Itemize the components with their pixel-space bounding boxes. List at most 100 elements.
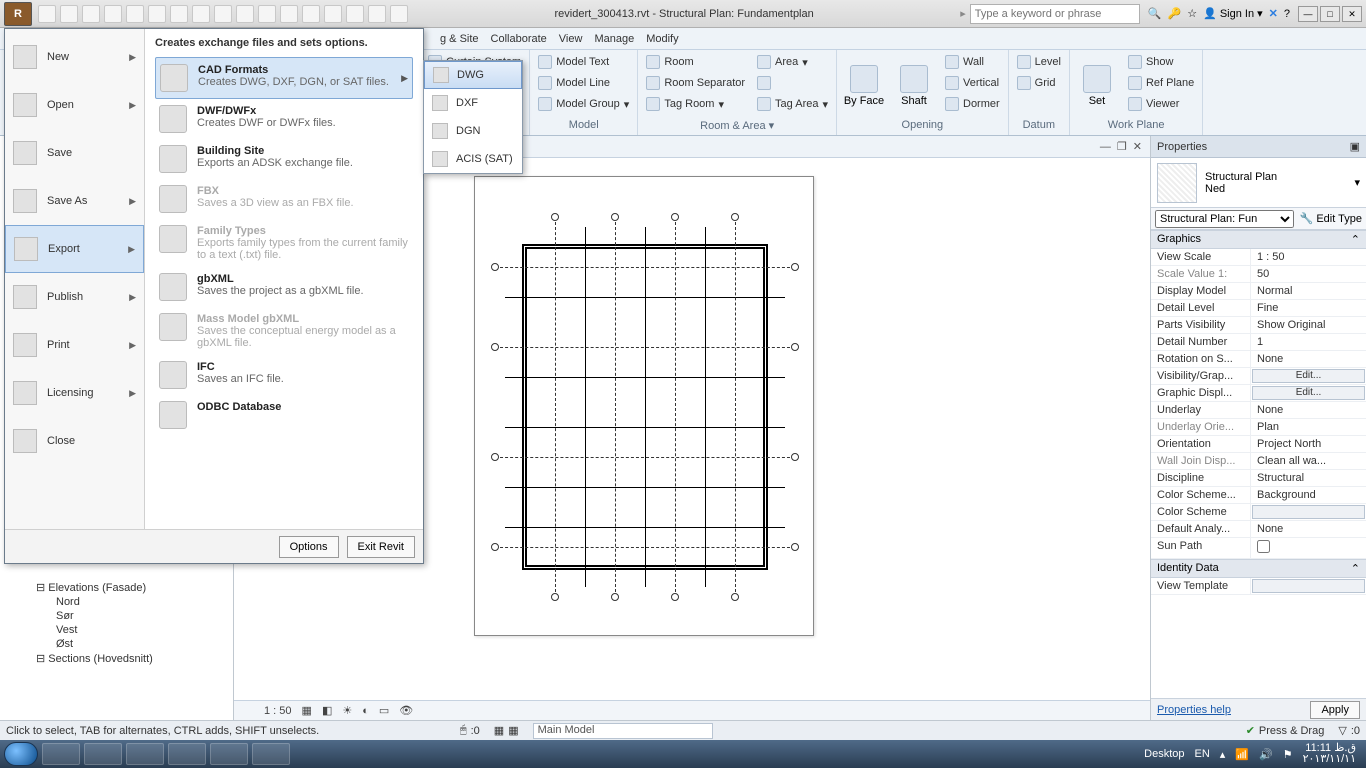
grid-button[interactable]: Grid	[1015, 73, 1063, 93]
properties-grid[interactable]: Graphics⌃ View Scale1 : 50Scale Value 1:…	[1151, 230, 1366, 698]
checkbox[interactable]	[1257, 540, 1270, 553]
property-row[interactable]: DisciplineStructural	[1151, 470, 1366, 487]
shaft-button[interactable]: Shaft	[893, 52, 935, 119]
view-restore-icon[interactable]: ❐	[1117, 140, 1127, 153]
crop-icon[interactable]: ▭	[379, 704, 389, 717]
property-row[interactable]: Rotation on S...None	[1151, 351, 1366, 368]
search-chevron-icon[interactable]: ▸	[960, 7, 966, 20]
filter-icon[interactable]: ▽ :0	[1338, 724, 1360, 737]
app-menu-close[interactable]: Close	[5, 417, 144, 465]
flyout-dwg[interactable]: DWG	[424, 61, 522, 89]
qat-save-icon[interactable]	[38, 5, 56, 23]
sun-path-icon[interactable]: ☀	[342, 704, 352, 717]
exit-revit-button[interactable]: Exit Revit	[347, 536, 415, 558]
ribbon-tab[interactable]: Collaborate	[491, 33, 547, 45]
palette-close-icon[interactable]: ▣	[1350, 140, 1360, 153]
app-menu-licensing[interactable]: Licensing▶	[5, 369, 144, 417]
app-menu-save[interactable]: Save	[5, 129, 144, 177]
property-row[interactable]: OrientationProject North	[1151, 436, 1366, 453]
flyout-acis-sat-[interactable]: ACIS (SAT)	[424, 145, 522, 173]
keys-icon[interactable]: 🔑	[1167, 7, 1181, 20]
shadows-icon[interactable]: ◐	[362, 705, 369, 717]
qat-icon[interactable]	[192, 5, 210, 23]
property-row[interactable]: Color Scheme	[1151, 504, 1366, 521]
property-row[interactable]: Visibility/Grap...Edit...	[1151, 368, 1366, 385]
active-workset[interactable]: Main Model	[533, 723, 713, 739]
ribbon-tab[interactable]: Modify	[646, 33, 678, 45]
qat-redo-icon[interactable]	[104, 5, 122, 23]
show-desktop-button[interactable]: Desktop	[1144, 748, 1184, 760]
model-line-button[interactable]: Model Line	[536, 73, 631, 93]
property-row[interactable]: Parts VisibilityShow Original	[1151, 317, 1366, 334]
room-button[interactable]: Room	[644, 52, 747, 72]
language-indicator[interactable]: EN	[1195, 748, 1210, 760]
ref-plane-button[interactable]: Ref Plane	[1126, 73, 1196, 93]
minimize-button[interactable]: —	[1298, 6, 1318, 22]
level-button[interactable]: Level	[1015, 52, 1063, 72]
star-icon[interactable]: ☆	[1187, 7, 1197, 20]
worksets-icon[interactable]: ▦	[508, 724, 518, 737]
tree-node-elevations[interactable]: ⊟ Elevations (Fasade)	[8, 580, 225, 595]
export-odbc-database[interactable]: ODBC Database	[155, 395, 413, 435]
qat-icon[interactable]	[170, 5, 188, 23]
app-menu-save-as[interactable]: Save As▶	[5, 177, 144, 225]
edit-type-button[interactable]: 🔧 Edit Type	[1300, 212, 1362, 225]
detail-level-icon[interactable]: ▦	[302, 704, 312, 717]
qat-undo-icon[interactable]	[82, 5, 100, 23]
close-button[interactable]: ✕	[1342, 6, 1362, 22]
visual-style-icon[interactable]: ◧	[322, 704, 332, 717]
qat-icon[interactable]	[302, 5, 320, 23]
tree-node[interactable]: Sør	[8, 609, 225, 623]
qat-icon[interactable]	[258, 5, 276, 23]
app-menu-publish[interactable]: Publish▶	[5, 273, 144, 321]
section-graphics[interactable]: Graphics⌃	[1151, 230, 1366, 249]
qat-icon[interactable]	[324, 5, 342, 23]
ribbon-tab[interactable]: Manage	[594, 33, 634, 45]
property-row[interactable]: Underlay Orie...Plan	[1151, 419, 1366, 436]
taskbar-explorer-icon[interactable]	[42, 743, 80, 765]
tag-area-button[interactable]: Tag Area ▾	[755, 94, 830, 114]
set-workplane-button[interactable]: Set	[1076, 52, 1118, 119]
flyout-dgn[interactable]: DGN	[424, 117, 522, 145]
type-selector[interactable]: Structural Plan Ned ▾	[1151, 158, 1366, 208]
property-row[interactable]: Color Scheme...Background	[1151, 487, 1366, 504]
property-row[interactable]: View Scale1 : 50	[1151, 249, 1366, 266]
view-scale[interactable]: 1 : 50	[264, 705, 292, 717]
taskbar-word-icon[interactable]	[252, 743, 290, 765]
qat-icon[interactable]	[390, 5, 408, 23]
qat-icon[interactable]	[280, 5, 298, 23]
tray-icon[interactable]: ▴	[1220, 748, 1226, 761]
qat-icon[interactable]	[368, 5, 386, 23]
app-menu-open[interactable]: Open▶	[5, 81, 144, 129]
system-clock[interactable]: 11:11 ق.ظ ٢٠١٣/١١/١١	[1303, 743, 1356, 765]
model-text-button[interactable]: Model Text	[536, 52, 631, 72]
taskbar-yahoo-icon[interactable]	[168, 743, 206, 765]
start-button[interactable]	[4, 742, 38, 766]
apply-button[interactable]: Apply	[1310, 701, 1360, 719]
tag-room-button[interactable]: Tag Room ▾	[644, 94, 747, 114]
tree-node[interactable]: Øst	[8, 637, 225, 651]
property-row[interactable]: Sun Path	[1151, 538, 1366, 559]
model-group-button[interactable]: Model Group ▾	[536, 94, 631, 114]
by-face-button[interactable]: By Face	[843, 52, 885, 119]
options-button[interactable]: Options	[279, 536, 339, 558]
property-row[interactable]: Detail Number1	[1151, 334, 1366, 351]
qat-icon[interactable]	[236, 5, 254, 23]
tree-node[interactable]: Vest	[8, 623, 225, 637]
network-icon[interactable]: 📶	[1235, 748, 1249, 761]
wall-opening-button[interactable]: Wall	[943, 52, 1002, 72]
show-wp-button[interactable]: Show	[1126, 52, 1196, 72]
volume-icon[interactable]: 🔊	[1259, 748, 1273, 761]
application-button[interactable]: R	[4, 2, 32, 26]
action-center-icon[interactable]: ⚑	[1283, 748, 1293, 761]
app-menu-new[interactable]: New▶	[5, 33, 144, 81]
area-boundary-button[interactable]	[755, 73, 830, 93]
property-row[interactable]: Detail LevelFine	[1151, 300, 1366, 317]
taskbar-revit-icon[interactable]	[210, 743, 248, 765]
export-cad-formats[interactable]: CAD FormatsCreates DWG, DXF, DGN, or SAT…	[155, 57, 413, 99]
property-row[interactable]: UnderlayNone	[1151, 402, 1366, 419]
viewer-button[interactable]: Viewer	[1126, 94, 1196, 114]
dormer-button[interactable]: Dormer	[943, 94, 1002, 114]
editable-only-icon[interactable]: ▦	[494, 724, 504, 737]
property-row[interactable]: Display ModelNormal	[1151, 283, 1366, 300]
